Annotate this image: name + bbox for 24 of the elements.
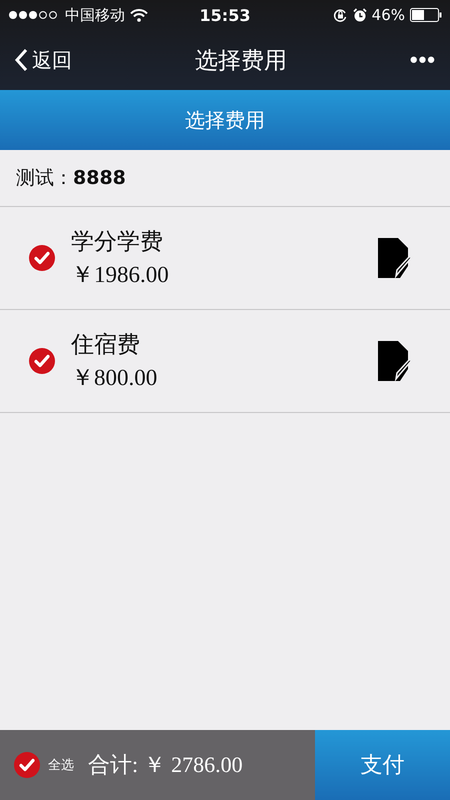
account-label: 测试：8888 — [16, 166, 126, 191]
fee-amount: ￥1986.00 — [71, 261, 170, 289]
header-title: 选择费用 — [185, 106, 265, 134]
battery-percent: 46% — [372, 6, 405, 24]
carrier-name: 中国移动 — [65, 6, 125, 24]
rotation-lock-icon — [332, 8, 348, 22]
pay-button[interactable]: 支付 — [315, 730, 450, 800]
back-button[interactable]: 返回 — [14, 46, 72, 74]
checked-icon[interactable] — [29, 245, 55, 271]
checked-icon[interactable] — [14, 752, 40, 778]
fee-name: 住宿费 — [71, 331, 141, 360]
fee-name: 学分学费 — [71, 228, 164, 257]
signal-icon — [8, 10, 60, 20]
fee-amount: ￥800.00 — [71, 364, 158, 392]
nav-title: 选择费用 — [194, 46, 287, 76]
total-amount: 合计: ￥ 2786.00 — [88, 751, 243, 779]
chevron-left-icon — [14, 48, 28, 72]
alarm-icon — [352, 8, 367, 22]
select-all-checkbox[interactable]: 全选 — [14, 752, 74, 778]
status-time: 15:53 — [200, 6, 250, 24]
battery-icon — [410, 8, 442, 22]
wifi-icon — [130, 8, 148, 22]
more-button[interactable]: ••• — [410, 47, 436, 73]
checked-icon[interactable] — [29, 348, 55, 374]
